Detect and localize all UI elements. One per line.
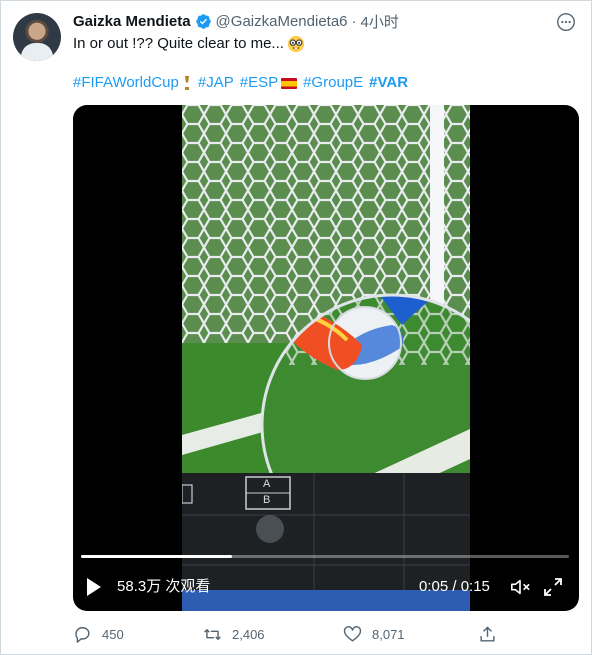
reply-button[interactable]: 450 — [73, 623, 124, 645]
reply-count: 450 — [102, 626, 124, 642]
like-count: 8,071 — [372, 626, 405, 642]
frame-box-label-a: A — [263, 478, 271, 490]
video-frame-image — [182, 105, 470, 611]
view-count: 58.3万 次观看 — [117, 578, 211, 595]
tweet-text: In or out !?? Quite clear to me... — [73, 34, 305, 54]
retweet-icon — [204, 628, 221, 640]
mute-icon[interactable] — [509, 577, 531, 597]
hashtags: #FIFAWorldCup #JAP #ESP #GroupE #VAR — [73, 73, 408, 93]
tweet-time[interactable]: 4小时 — [361, 11, 399, 32]
verified-badge-icon — [195, 13, 211, 29]
share-button[interactable] — [478, 623, 507, 645]
more-options-icon[interactable] — [555, 11, 577, 33]
play-icon[interactable] — [85, 577, 103, 597]
video-controls: 58.3万 次观看 0:05 / 0:15 — [73, 567, 579, 607]
retweet-count: 2,406 — [232, 626, 265, 642]
video-progress-fill — [81, 555, 233, 558]
avatar[interactable] — [13, 13, 61, 61]
hashtag-esp[interactable]: #ESP — [240, 73, 278, 93]
hashtag-fifaworldcup[interactable]: #FIFAWorldCup — [73, 73, 179, 93]
tweet-actions: 450 2,406 8,071 — [73, 623, 513, 645]
author-handle[interactable]: @GaizkaMendieta6 — [216, 13, 348, 30]
tweet-text-body: In or out !?? Quite clear to me... — [73, 35, 284, 52]
separator: · — [351, 12, 357, 30]
retweet-button[interactable]: 2,406 — [203, 623, 265, 645]
tweet-card: Gaizka Mendieta @GaizkaMendieta6 · 4小时 I… — [0, 0, 592, 655]
like-button[interactable]: 8,071 — [343, 623, 405, 645]
video-player[interactable]: A B 58.3万 次观看 0:05 / 0:15 — [73, 105, 579, 611]
frame-box-label-b: B — [263, 494, 271, 506]
trophy-icon — [184, 76, 189, 90]
video-progress-bar[interactable] — [81, 555, 569, 558]
author-name[interactable]: Gaizka Mendieta — [73, 13, 191, 30]
fullscreen-icon[interactable] — [543, 577, 563, 597]
heart-icon — [343, 625, 362, 642]
video-frame: A B — [182, 105, 470, 611]
spain-flag-icon — [281, 77, 298, 89]
hashtag-groupe[interactable]: #GroupE — [303, 73, 363, 93]
reply-icon — [75, 626, 90, 643]
hashtag-jap[interactable]: #JAP — [198, 73, 234, 93]
tweet-header: Gaizka Mendieta @GaizkaMendieta6 · 4小时 — [73, 11, 399, 31]
nerd-face-emoji-icon — [287, 35, 305, 53]
hashtag-var[interactable]: #VAR — [369, 73, 408, 93]
share-icon — [480, 626, 495, 642]
video-timer: 0:05 / 0:15 — [419, 578, 490, 595]
